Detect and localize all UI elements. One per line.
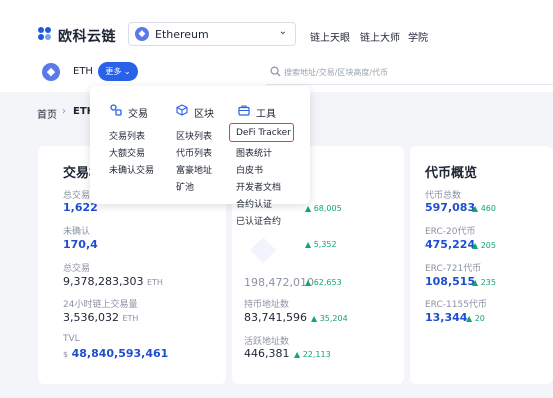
stat-label: ERC-20代币 [425,227,476,237]
menu-item-mining-pool[interactable]: 矿池 [176,180,194,193]
menu-item-tx-list[interactable]: 交易列表 [109,129,145,142]
stat-label: 持币地址数 [244,300,290,310]
tokens-card-title: 代币概览 [425,166,478,181]
chevron-down-icon: ⌄ [278,26,287,37]
stat-label: 总交易 [63,191,91,201]
stat-value: 9,378,283,303 ETH [63,275,163,288]
stat-label: 代币总数 [425,191,462,201]
change-indicator: ▲ 20 [466,314,485,323]
token-label[interactable]: ETH [73,66,93,77]
stat-value[interactable]: 597,083 [425,201,475,214]
stat-value: 446,381 [244,347,290,360]
change-indicator: ▲ 62,653 [305,278,342,287]
change-indicator: ▲ 205 [472,241,496,250]
toolbox-icon [238,105,250,116]
stat-value: 83,741,596 [244,311,307,324]
change-indicator: ▲ 68,005 [305,204,342,213]
chain-selector-value: Ethereum [155,28,209,41]
dropdown-section-title: 交易 [128,109,148,120]
search-input[interactable]: 搜索地址/交易/区块高度/代币 [284,67,388,78]
menu-item-large-tx[interactable]: 大额交易 [109,146,145,159]
chain-selector[interactable]: ◆ Ethereum ⌄ [128,22,296,46]
stat-label: 总交易 [63,264,91,274]
brand-logo-icon[interactable] [38,27,52,41]
stat-value[interactable]: 170,4 [63,238,98,251]
menu-item-whitepaper[interactable]: 白皮书 [236,163,263,176]
swap-icon [110,104,122,116]
ethereum-icon: ◆ [135,27,149,41]
nav-item-onchain-eye[interactable]: 链上天眼 [310,29,350,44]
ethereum-watermark-icon: ◆ [250,228,277,268]
stat-label: 24小时链上交易量 [63,300,138,310]
stat-label: 未确认 [63,227,91,237]
eth-icon: ◆ [42,63,60,81]
menu-item-token-list[interactable]: 代币列表 [176,146,212,159]
search-underline [266,84,553,85]
stat-value: 198,472,010 [244,276,314,289]
breadcrumb-separator: › [62,106,66,117]
breadcrumb-home[interactable]: 首页 [37,106,57,121]
menu-item-unconfirmed-tx[interactable]: 未确认交易 [109,163,154,176]
nav-item-academy[interactable]: 学院 [408,29,428,44]
stat-label: ERC-1155代币 [425,300,487,310]
menu-item-block-list[interactable]: 区块列表 [176,129,212,142]
dropdown-section-title: 工具 [256,109,276,120]
menu-item-contract-verify[interactable]: 合约认证 [236,197,272,210]
menu-item-charts[interactable]: 图表统计 [236,146,272,159]
more-button-label: 更多 [105,67,122,76]
more-button[interactable]: 更多 ⌄ [98,62,138,81]
brand-name[interactable]: 欧科云链 [58,26,116,46]
nav-item-onchain-master[interactable]: 链上大师 [360,29,400,44]
change-indicator: ▲ 35,204 [311,314,348,323]
chevron-down-icon: ⌄ [123,67,131,76]
cube-icon [176,104,188,116]
menu-item-rich-list[interactable]: 富豪地址 [176,163,212,176]
stat-label: ERC-721代币 [425,264,482,274]
search-icon [270,66,281,77]
top-header [0,0,553,92]
stat-value[interactable]: 13,344 [425,311,467,324]
change-indicator: ▲ 22,113 [294,350,331,359]
dropdown-section-title: 区块 [194,109,214,120]
stat-value[interactable]: 108,515 [425,275,475,288]
stat-value: $ 48,840,593,461 [63,347,169,360]
change-indicator: ▲ 460 [472,204,496,213]
menu-item-developer-docs[interactable]: 开发者文档 [236,180,281,193]
menu-item-verified-contracts[interactable]: 已认证合约 [236,214,281,227]
stat-label: 活跃地址数 [244,337,290,347]
stat-value: 3,536,032 ETH [63,311,139,324]
stat-label: TVL [63,334,80,344]
change-indicator: ▲ 235 [472,278,496,287]
change-indicator: ▲ 5,352 [305,240,337,249]
stat-value[interactable]: 475,224 [425,238,475,251]
menu-item-defi-tracker[interactable]: DeFi Tracker [236,128,291,138]
